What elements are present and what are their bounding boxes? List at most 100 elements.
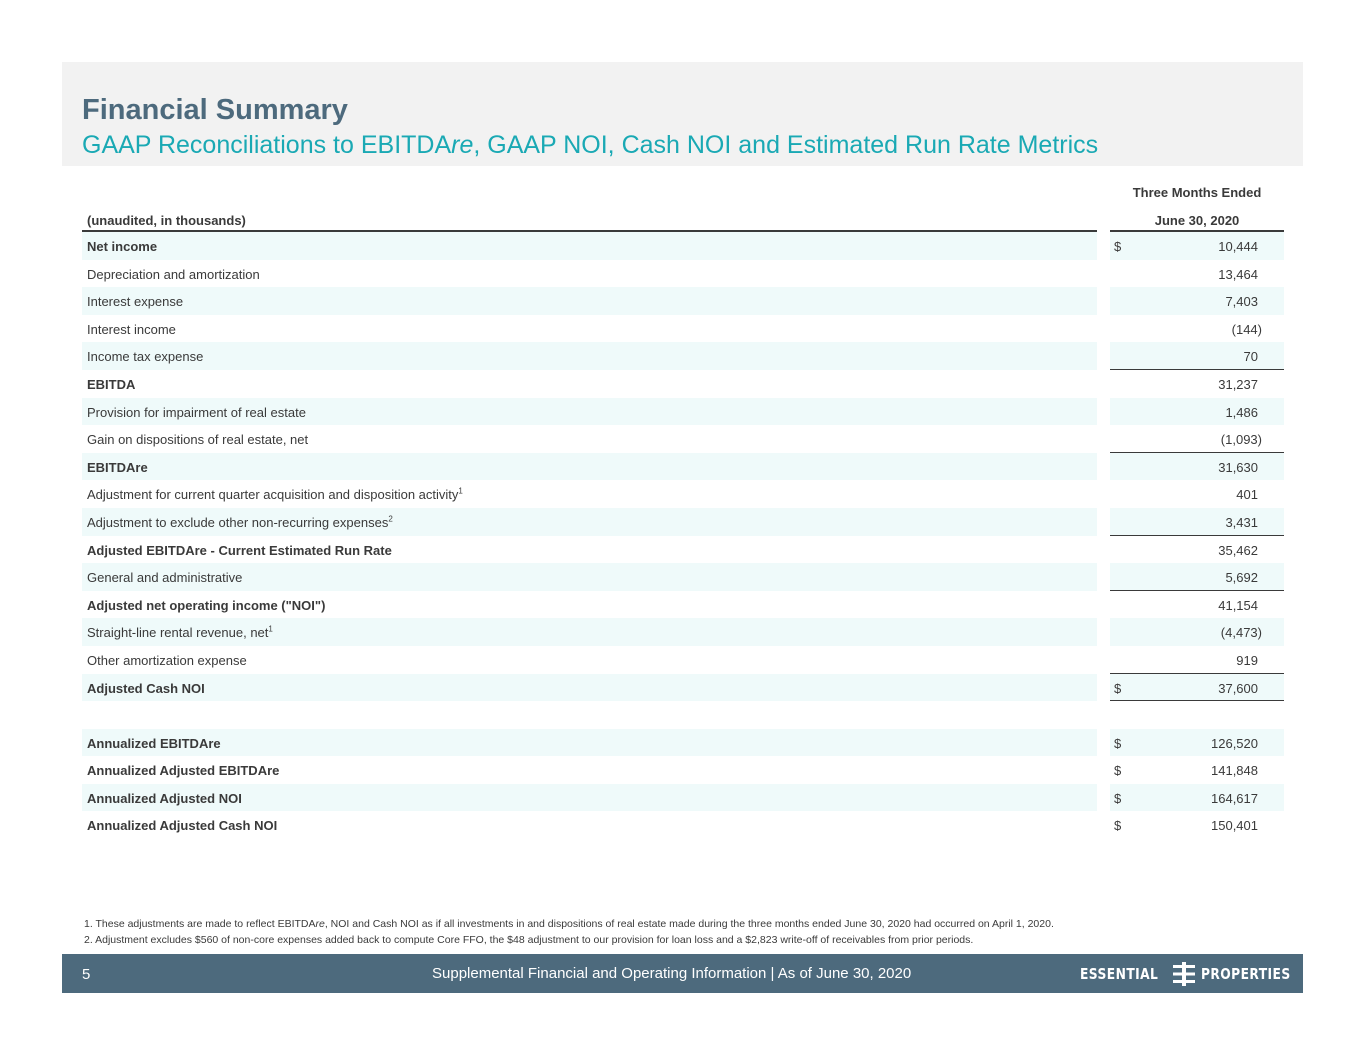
- table-row: Adjustment to exclude other non-recurrin…: [82, 507, 1284, 536]
- row-label: Interest expense: [87, 294, 183, 309]
- table-row: Annualized Adjusted NOI $164,617: [82, 783, 1284, 812]
- row-value: 37,600: [1218, 680, 1258, 696]
- row-value: 41,154: [1218, 597, 1258, 613]
- row-value: 35,462: [1218, 542, 1258, 558]
- row-value: 164,617: [1211, 790, 1258, 806]
- footnotes: 1. These adjustments are made to reflect…: [84, 916, 1054, 948]
- table-row: General and administrative 5,692: [82, 563, 1284, 591]
- row-label: Adjusted Cash NOI: [87, 681, 205, 696]
- row-label: Other amortization expense: [87, 653, 247, 668]
- row-label: Annualized Adjusted NOI: [87, 791, 242, 806]
- row-value: (1,093): [1220, 432, 1262, 448]
- row-label-text: Adjusted Cash NOI: [87, 680, 205, 696]
- row-label: Adjustment to exclude other non-recurrin…: [87, 515, 393, 530]
- footnote-1-italic: re: [315, 918, 325, 930]
- row-value: 141,848: [1211, 763, 1258, 779]
- table-row: EBITDA 31,237: [82, 370, 1284, 398]
- row-label: Adjusted EBITDAre - Current Estimated Ru…: [87, 543, 392, 558]
- row-shade: [82, 673, 1097, 702]
- row-shade: [82, 232, 1097, 260]
- row-label-text: Adjusted EBITDAre - Current Estimated Ru…: [87, 542, 392, 558]
- row-value: 3,431: [1225, 514, 1258, 530]
- currency-symbol: $: [1114, 239, 1122, 254]
- period-header-line1: Three Months Ended: [1132, 185, 1262, 200]
- row-value: 31,630: [1218, 459, 1258, 475]
- footer-text: Supplemental Financial and Operating Inf…: [432, 965, 912, 982]
- row-value: 401: [1236, 487, 1258, 503]
- row-label-text: Annualized EBITDAre: [87, 735, 221, 751]
- row-label: Annualized EBITDAre: [87, 736, 221, 751]
- row-value: 70: [1243, 349, 1258, 365]
- currency-symbol: $: [1114, 818, 1122, 834]
- footnote-marker: 2: [388, 514, 393, 524]
- table-row: Interest expense 7,403: [82, 287, 1284, 315]
- row-label-text: Annualized Adjusted Cash NOI: [87, 818, 278, 834]
- subtitle-part2: , GAAP NOI, Cash NOI and Estimated Run R…: [473, 131, 1099, 159]
- row-label-text: Depreciation and amortization: [87, 266, 260, 282]
- row-label: Net income: [87, 239, 157, 254]
- row-label: Straight-line rental revenue, net1: [87, 625, 273, 640]
- row-label-text: Adjusted net operating income ("NOI"): [87, 597, 326, 613]
- table-row: Annualized Adjusted Cash NOI $150,401: [82, 811, 1284, 839]
- table-row: Interest income (144): [82, 315, 1284, 343]
- row-label: EBITDAre: [87, 460, 148, 475]
- logo-mark-icon: [1173, 962, 1196, 986]
- table-row: Adjusted Cash NOI $37,600: [82, 673, 1284, 702]
- row-label-text: General and administrative: [87, 570, 243, 586]
- currency-symbol: $: [1114, 763, 1122, 779]
- table-row: Adjusted net operating income ("NOI") 41,…: [82, 591, 1284, 619]
- table-row: Adjustment for current quarter acquisiti…: [82, 480, 1284, 508]
- row-label: Adjusted net operating income ("NOI"): [87, 598, 325, 613]
- table-row: Gain on dispositions of real estate, net…: [82, 425, 1284, 453]
- row-value: 31,237: [1218, 376, 1258, 392]
- company-logo: ESSENTIAL PROPERTIES: [1080, 962, 1311, 986]
- slide: Financial Summary GAAP Reconciliations t…: [62, 62, 1303, 993]
- row-shade: [82, 342, 1097, 370]
- table-row: Adjusted EBITDAre - Current Estimated Ru…: [82, 536, 1284, 564]
- row-value: 919: [1236, 652, 1258, 668]
- row-label: Adjustment for current quarter acquisiti…: [87, 487, 463, 502]
- row-shade: [82, 287, 1097, 315]
- row-value: (144): [1231, 321, 1262, 337]
- footnote-2: 2. Adjustment excludes $560 of non-core …: [84, 934, 974, 946]
- row-value: 1,486: [1225, 404, 1258, 420]
- units-label: (unaudited, in thousands): [87, 213, 246, 228]
- page-title: Financial Summary: [82, 94, 348, 126]
- table-row: Provision for impairment of real estate 1…: [82, 397, 1284, 426]
- row-label: EBITDA: [87, 377, 135, 392]
- header-band: Financial Summary GAAP Reconciliations t…: [62, 62, 1303, 166]
- row-label-text: EBITDA: [87, 376, 136, 392]
- table-row: Other amortization expense 919: [82, 646, 1284, 674]
- table-row: Annualized Adjusted EBITDAre $141,848: [82, 756, 1284, 784]
- currency-symbol: $: [1114, 735, 1122, 751]
- table-row: EBITDAre 31,630: [82, 452, 1284, 481]
- currency-symbol: $: [1114, 790, 1122, 806]
- row-label-text: Annualized Adjusted EBITDAre: [87, 763, 280, 779]
- row-label-text: Straight-line rental revenue, net: [87, 625, 269, 641]
- table-row: Straight-line rental revenue, net1 (4,473…: [82, 618, 1284, 646]
- row-value: 5,692: [1225, 570, 1258, 586]
- row-label-text: Other amortization expense: [87, 652, 247, 668]
- row-label-text: EBITDAre: [87, 459, 148, 475]
- row-label: General and administrative: [87, 570, 242, 585]
- row-label: Provision for impairment of real estate: [87, 405, 306, 420]
- row-value: (4,473): [1220, 625, 1262, 641]
- page-number: 5: [82, 966, 91, 983]
- row-label: Annualized Adjusted Cash NOI: [87, 818, 277, 833]
- row-shade: [82, 452, 1097, 481]
- row-shade: [82, 728, 1097, 757]
- logo-word-right: PROPERTIES: [1201, 965, 1292, 983]
- footnote-marker: 1: [268, 624, 273, 634]
- subtitle-italic: re: [451, 131, 474, 159]
- row-label: Annualized Adjusted EBITDAre: [87, 763, 279, 778]
- currency-symbol: $: [1114, 680, 1122, 696]
- logo-word-left: ESSENTIAL: [1080, 965, 1159, 983]
- reconciliation-table: Net income $10,444 Depreciation and amorti…: [82, 232, 1284, 839]
- footnote-marker: 1: [458, 487, 463, 497]
- period-header-line2: June 30, 2020: [1154, 213, 1240, 228]
- row-label-text: Gain on dispositions of real estate, net: [87, 432, 309, 448]
- row-label-text: Provision for impairment of real estate: [87, 404, 306, 420]
- footer-bar: 5 Supplemental Financial and Operating I…: [62, 954, 1303, 993]
- row-label-text: Interest income: [87, 321, 176, 337]
- row-label-text: Adjustment for current quarter acquisiti…: [87, 487, 459, 503]
